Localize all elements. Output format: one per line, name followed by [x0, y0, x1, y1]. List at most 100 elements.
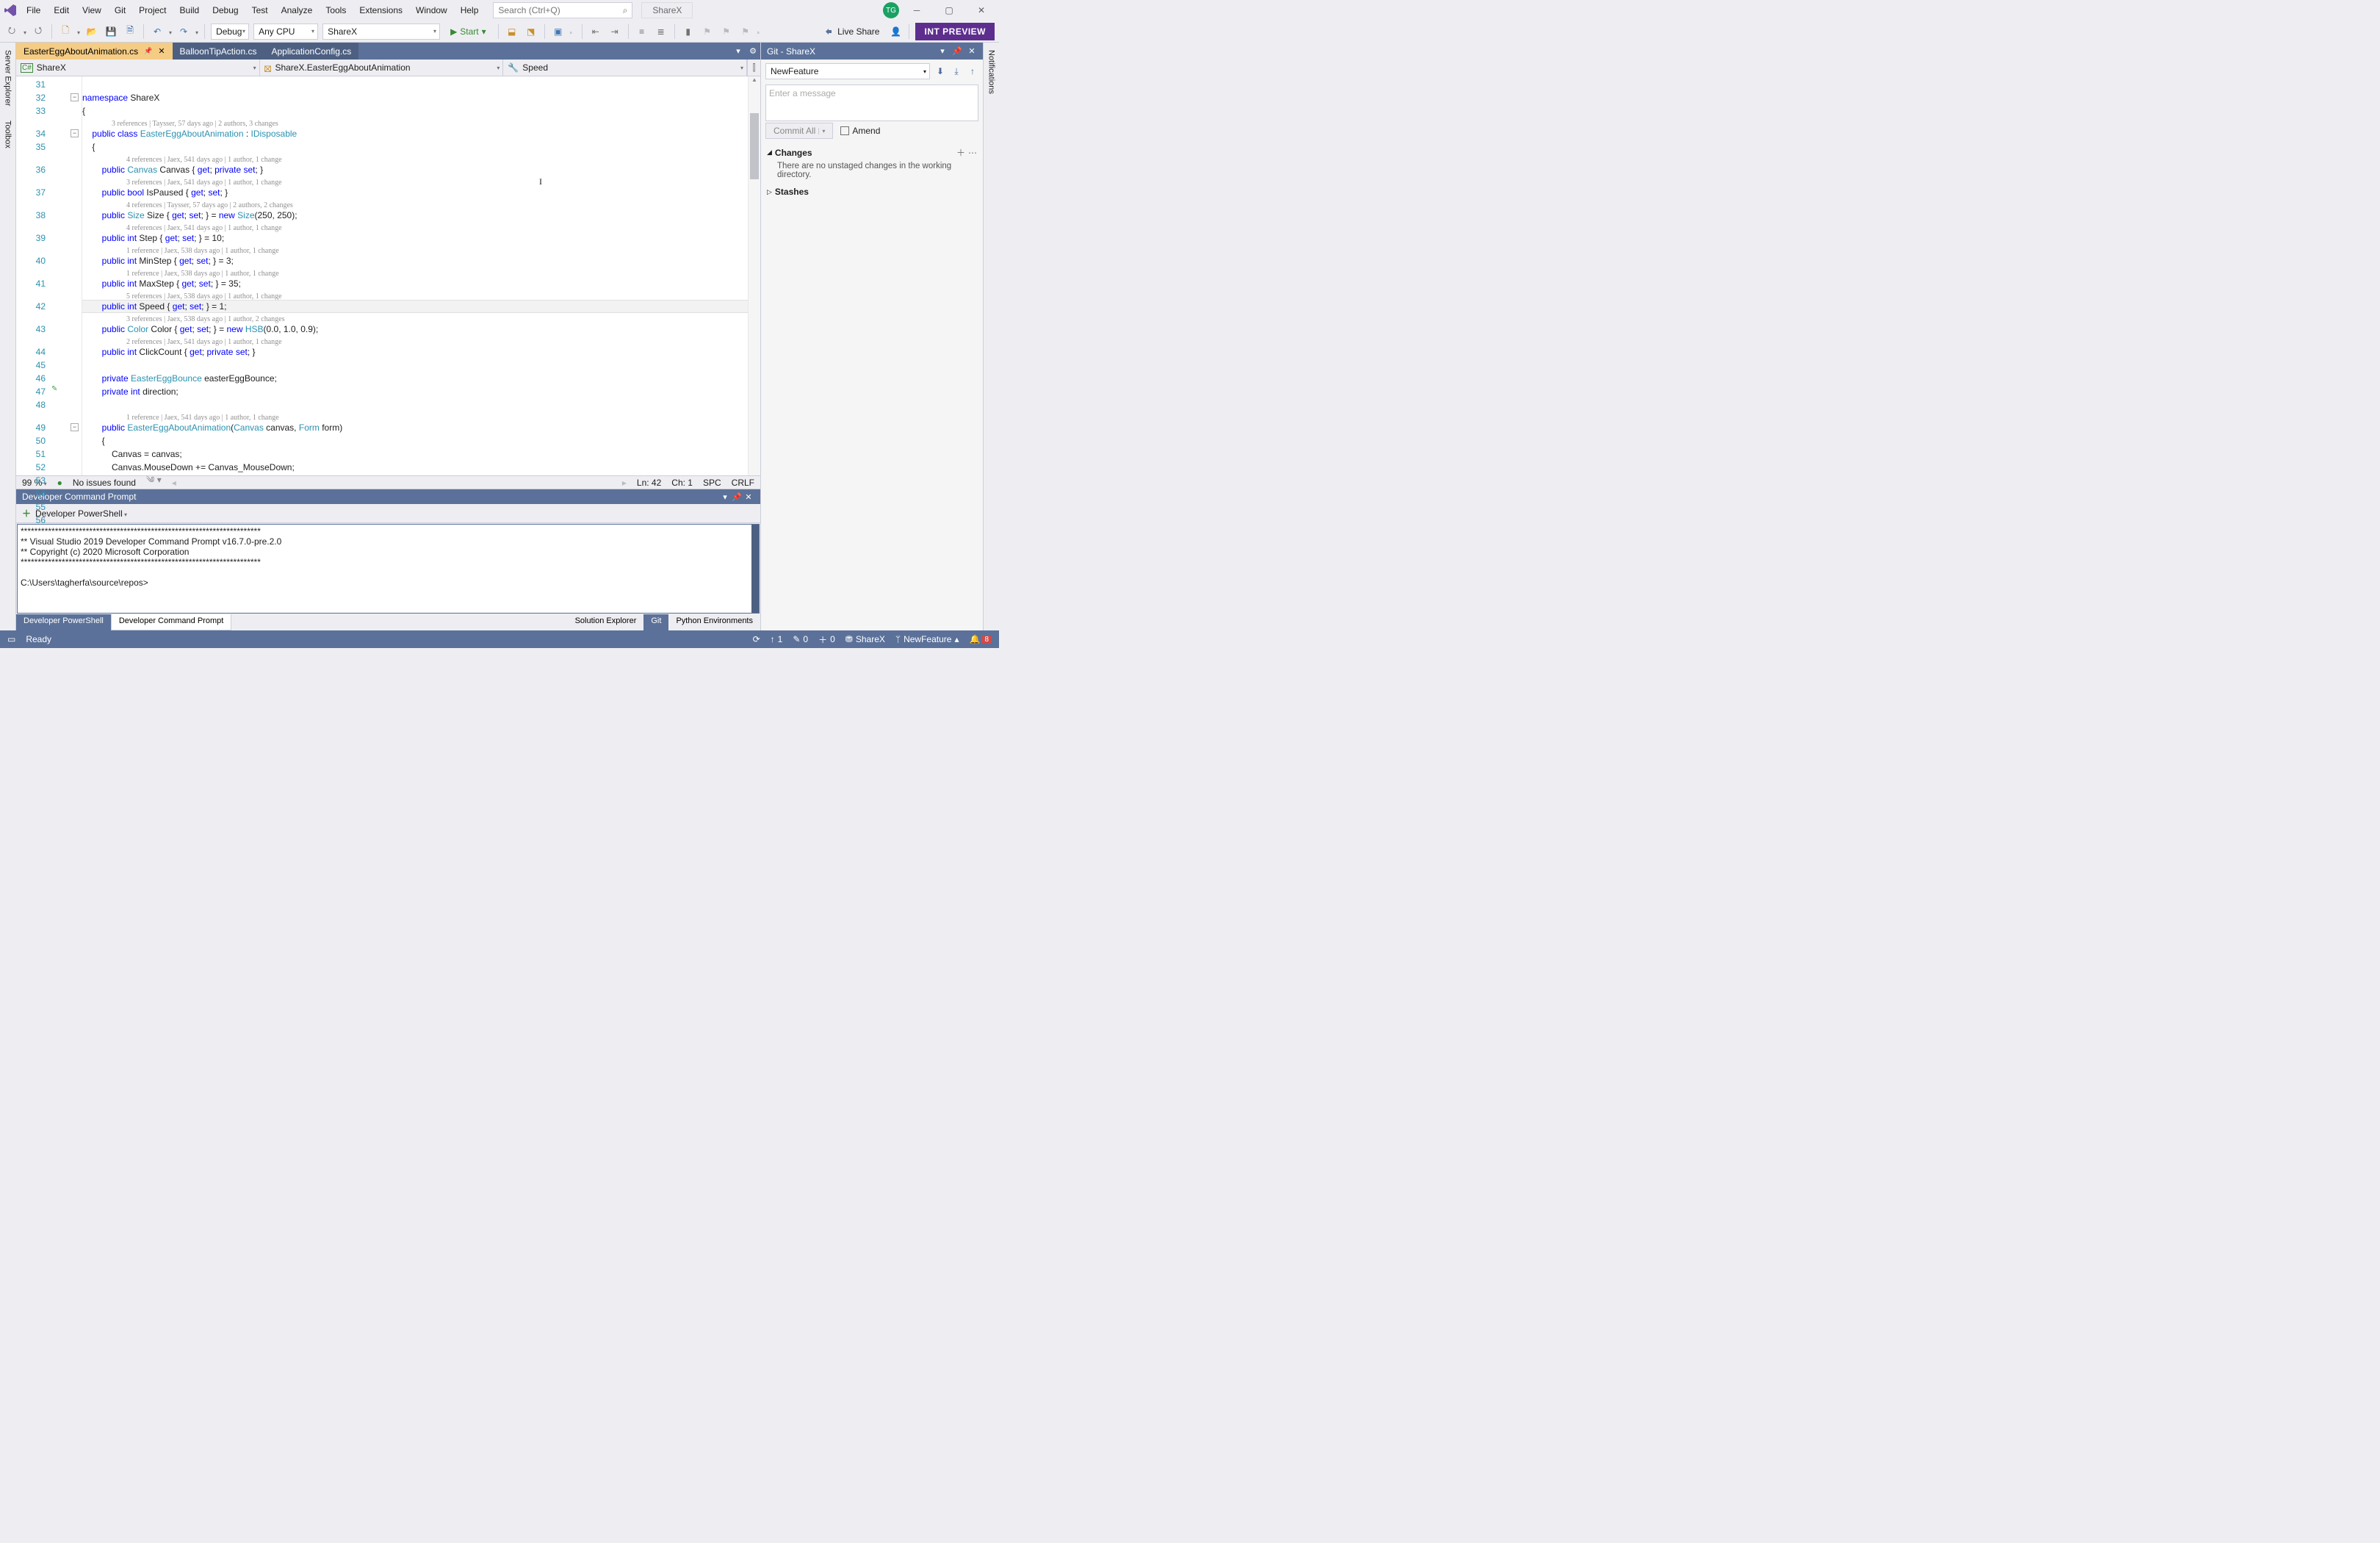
- git-pin-icon[interactable]: 📌: [952, 46, 962, 56]
- vertical-scrollbar[interactable]: ▲: [748, 76, 760, 475]
- powershell-dropdown[interactable]: Developer PowerShell: [35, 508, 127, 519]
- bottab-developer-powershell[interactable]: Developer PowerShell: [16, 614, 111, 630]
- repo-cell[interactable]: ⛃ ShareX: [845, 634, 885, 644]
- more-icon[interactable]: ⋯: [968, 148, 977, 158]
- format-icon[interactable]: ≡: [635, 24, 649, 39]
- menu-project[interactable]: Project: [133, 2, 172, 18]
- changes-section[interactable]: ◢ Changes ＋ ⋯: [761, 143, 983, 162]
- tabs-settings-icon[interactable]: ⚙: [746, 43, 760, 60]
- open-icon[interactable]: 📂: [84, 24, 99, 39]
- outdent-icon[interactable]: ⇥: [607, 24, 622, 39]
- save-all-icon[interactable]: 🗎: [123, 24, 137, 39]
- forward-icon[interactable]: ⭯: [31, 24, 46, 39]
- code-area[interactable]: namespace ShareX{ 3 references | Taysser…: [82, 76, 748, 475]
- save-icon[interactable]: 💾: [104, 24, 118, 39]
- pin-icon[interactable]: 📌: [144, 47, 152, 55]
- fold-icon[interactable]: −: [71, 129, 79, 137]
- sync-cell[interactable]: ⟳: [753, 634, 760, 644]
- menu-analyze[interactable]: Analyze: [275, 2, 319, 18]
- menu-view[interactable]: View: [76, 2, 107, 18]
- menu-debug[interactable]: Debug: [206, 2, 244, 18]
- nav-dropdown[interactable]: [24, 26, 26, 37]
- undo-icon[interactable]: ↶: [150, 24, 165, 39]
- close-icon[interactable]: ✕: [158, 46, 165, 56]
- new-project-icon[interactable]: 🗋: [58, 24, 73, 39]
- solution-button[interactable]: ShareX: [641, 2, 693, 18]
- commit-button[interactable]: Commit All ▾: [765, 123, 833, 139]
- stashes-section[interactable]: ▷ Stashes: [761, 184, 983, 200]
- git-dropdown-icon[interactable]: ▾: [937, 46, 948, 56]
- search-box[interactable]: ⌕: [493, 2, 632, 18]
- bookmark-icon[interactable]: ▮: [681, 24, 696, 39]
- branch-cell[interactable]: ᛘ NewFeature ▴: [895, 634, 959, 644]
- menu-tools[interactable]: Tools: [320, 2, 352, 18]
- redo-icon[interactable]: ↷: [176, 24, 191, 39]
- maximize-button[interactable]: ▢: [934, 1, 964, 19]
- console-scrollbar[interactable]: [751, 525, 759, 613]
- menu-build[interactable]: Build: [174, 2, 206, 18]
- configuration-combo[interactable]: Debug: [211, 24, 249, 40]
- step-icon-2[interactable]: ⬔: [524, 24, 538, 39]
- filetab-ApplicationConfig.cs[interactable]: ApplicationConfig.cs: [264, 43, 358, 60]
- menu-git[interactable]: Git: [109, 2, 131, 18]
- amend-checkbox[interactable]: Amend: [840, 126, 880, 136]
- outgoing-cell[interactable]: ↑ 1: [771, 634, 783, 644]
- git-close-icon[interactable]: ✕: [967, 46, 977, 56]
- startup-project-combo[interactable]: ShareX: [322, 24, 440, 40]
- pull-icon[interactable]: ⤓: [951, 65, 962, 77]
- filetab-EasterEggAboutAnimation.cs[interactable]: EasterEggAboutAnimation.cs📌✕: [16, 43, 173, 60]
- panel-dropdown-icon[interactable]: ▾: [719, 492, 731, 502]
- menu-edit[interactable]: Edit: [48, 2, 75, 18]
- start-debug-button[interactable]: ▶ Start ▾: [444, 26, 492, 37]
- righttab-git[interactable]: Git: [643, 614, 668, 630]
- menu-file[interactable]: File: [21, 2, 46, 18]
- indent-icon[interactable]: ⇤: [588, 24, 603, 39]
- menu-test[interactable]: Test: [246, 2, 274, 18]
- panel-close-icon[interactable]: ✕: [743, 492, 754, 502]
- add-icon[interactable]: ＋: [956, 146, 965, 159]
- flag-icon[interactable]: ⚑: [700, 24, 715, 39]
- commit-message-input[interactable]: Enter a message: [765, 84, 978, 121]
- user-avatar[interactable]: TG: [883, 2, 899, 18]
- siderail-server-explorer[interactable]: Server Explorer: [2, 43, 14, 113]
- redo-dropdown[interactable]: [195, 26, 198, 37]
- menu-extensions[interactable]: Extensions: [353, 2, 408, 18]
- righttab-solution-explorer[interactable]: Solution Explorer: [568, 614, 644, 630]
- class-combo[interactable]: 🝱 ShareX.EasterEggAboutAnimation: [260, 60, 504, 76]
- bottab-developer-command-prompt[interactable]: Developer Command Prompt: [111, 614, 231, 630]
- member-combo[interactable]: 🔧 Speed: [503, 60, 747, 76]
- fetch-icon[interactable]: ⬇: [934, 65, 946, 77]
- code-editor[interactable]: 3132333435363738394041424344454647484950…: [16, 76, 760, 475]
- liveshare-button[interactable]: Live Share: [819, 26, 884, 37]
- back-icon[interactable]: ⭮: [4, 24, 19, 39]
- output-icon[interactable]: ▭: [7, 634, 15, 644]
- flag-icon-3[interactable]: ⚑: [738, 24, 753, 39]
- siderail-notifications[interactable]: Notifications: [986, 43, 998, 101]
- fold-icon[interactable]: −: [71, 423, 79, 431]
- menu-help[interactable]: Help: [455, 2, 485, 18]
- feedback-icon[interactable]: 👤: [888, 24, 903, 39]
- search-input[interactable]: [498, 5, 622, 15]
- box-icon[interactable]: ▣: [551, 24, 566, 39]
- plus-cell[interactable]: ＋ 0: [818, 633, 835, 646]
- step-icon[interactable]: ⬓: [505, 24, 519, 39]
- nav-right-icon[interactable]: ▸: [622, 478, 627, 488]
- fold-icon[interactable]: −: [71, 93, 79, 101]
- project-combo[interactable]: C# ShareX: [16, 60, 260, 76]
- righttab-python-environments[interactable]: Python Environments: [668, 614, 760, 630]
- platform-combo[interactable]: Any CPU: [253, 24, 318, 40]
- panel-pin-icon[interactable]: 📌: [731, 492, 743, 502]
- scrollbar-thumb[interactable]: [750, 113, 759, 179]
- undo-dropdown[interactable]: [169, 26, 172, 37]
- notification-cell[interactable]: 🔔8: [969, 634, 992, 644]
- minimize-button[interactable]: ─: [902, 1, 931, 19]
- comment-icon[interactable]: ≣: [654, 24, 668, 39]
- push-icon[interactable]: ↑: [967, 65, 978, 77]
- close-button[interactable]: ✕: [967, 1, 996, 19]
- split-editor-button[interactable]: ⫿: [747, 60, 760, 76]
- nav-left-icon[interactable]: ◂: [172, 478, 176, 488]
- new-dropdown[interactable]: [77, 26, 80, 37]
- branch-combo[interactable]: NewFeature: [765, 63, 930, 79]
- pencil-cell[interactable]: ✎ 0: [793, 634, 808, 644]
- console-output[interactable]: ****************************************…: [17, 524, 760, 614]
